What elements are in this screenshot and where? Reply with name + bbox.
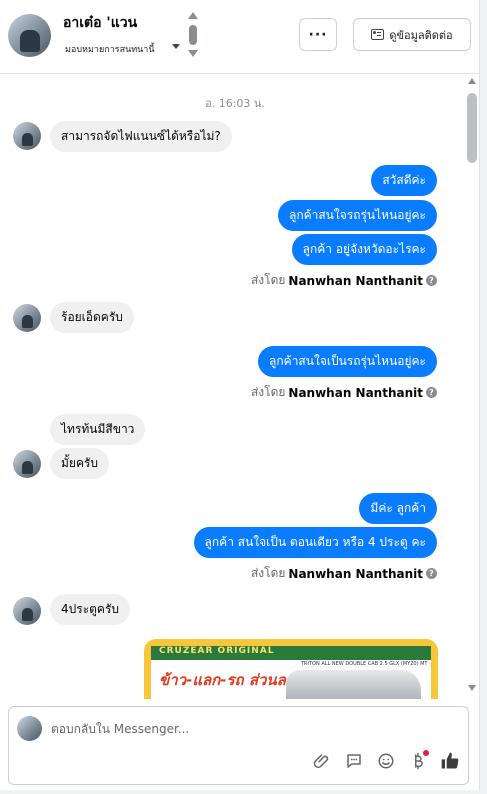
sender-avatar <box>13 450 41 478</box>
scroll-up-arrow-icon[interactable] <box>468 78 476 84</box>
notification-dot <box>423 750 429 756</box>
sent-by-line: ส่งโดย Nanwhan Nanthanit ? <box>251 383 437 402</box>
contact-avatar[interactable] <box>8 14 51 57</box>
sent-by-prefix: ส่งโดย <box>250 566 286 580</box>
message-timestamp: อ. 16:03 น. <box>205 97 265 110</box>
baht-icon[interactable] <box>408 750 429 771</box>
view-contact-button[interactable]: ดูข้อมูลติดต่อ <box>353 18 471 51</box>
message-composer <box>8 706 469 785</box>
ad-image-content: CRUZEAR ORIGINAL TRITON ALL NEW DOUBLE C… <box>151 646 431 699</box>
more-options-button[interactable]: ··· <box>299 18 337 51</box>
assign-conversation-label[interactable]: มอบหมายการสนทนานี้ <box>65 42 155 56</box>
conversation-header: อาเต๋อ 'แวน มอบหมายการสนทนานี้ ··· ดูข้อ… <box>0 0 480 74</box>
outgoing-message[interactable]: ลูกค้าสนใจเป็นรถรุ่นไหนอยู่คะ <box>258 346 437 377</box>
incoming-message[interactable]: ไทรท้นมีสีขาว <box>50 414 146 445</box>
incoming-message[interactable]: 4ประตูครับ <box>50 594 131 625</box>
outgoing-message[interactable]: ลูกค้า อยู่จังหวัดอะไรคะ <box>291 234 437 265</box>
ad-spec-text: TRITON ALL NEW DOUBLE CAB 2.5 GLX (MY20)… <box>301 661 428 667</box>
sent-by-name[interactable]: Nanwhan Nanthanit <box>288 386 423 400</box>
outgoing-message[interactable]: ลูกค้า สนใจเป็น ตอนเดียว หรือ 4 ประตู คะ <box>193 527 437 558</box>
image-attachment[interactable]: CRUZEAR ORIGINAL TRITON ALL NEW DOUBLE C… <box>144 639 438 699</box>
incoming-message[interactable]: สามารถจัดไฟแนนซ์ได้หรือไม่? <box>50 121 232 152</box>
sent-by-name[interactable]: Nanwhan Nanthanit <box>288 567 423 581</box>
outgoing-message[interactable]: มีค่ะ ลูกค้า <box>359 493 437 524</box>
sender-avatar <box>13 304 41 332</box>
arrow-up-icon[interactable] <box>188 12 198 19</box>
composer-toolbar <box>312 749 460 773</box>
scrollbar-thumb[interactable] <box>467 93 477 163</box>
info-icon[interactable]: ? <box>426 275 437 286</box>
scroll-down-arrow-icon[interactable] <box>468 685 476 691</box>
arrow-down-icon[interactable] <box>188 50 198 57</box>
contact-card-icon <box>371 29 385 40</box>
sent-by-name[interactable]: Nanwhan Nanthanit <box>288 274 423 288</box>
reply-input[interactable] <box>51 720 451 738</box>
sent-by-line: ส่งโดย Nanwhan Nanthanit ? <box>251 564 437 583</box>
outgoing-message[interactable]: สวัสดีค่ะ <box>371 165 437 196</box>
sent-by-line: ส่งโดย Nanwhan Nanthanit ? <box>251 271 437 290</box>
navigator-handle-icon <box>189 25 197 45</box>
conversation-panel: อาเต๋อ 'แวน มอบหมายการสนทนานี้ ··· ดูข้อ… <box>0 0 480 790</box>
car-image <box>286 670 421 699</box>
sender-avatar <box>13 597 41 625</box>
page-avatar <box>17 716 42 741</box>
sender-avatar <box>13 122 41 150</box>
info-icon[interactable]: ? <box>426 387 437 398</box>
view-contact-label: ดูข้อมูลติดต่อ <box>389 28 453 42</box>
conversation-navigator[interactable] <box>187 12 199 58</box>
chat-bubble-icon[interactable] <box>344 751 364 771</box>
incoming-message[interactable]: ร้อยเอ็ดครับ <box>50 302 134 333</box>
sent-by-prefix: ส่งโดย <box>250 385 286 399</box>
ad-top-text: CRUZEAR ORIGINAL <box>159 646 275 656</box>
sent-by-prefix: ส่งโดย <box>250 273 286 287</box>
chevron-down-icon[interactable] <box>172 44 180 49</box>
incoming-message[interactable]: มั้ยครับ <box>50 448 110 479</box>
outgoing-message[interactable]: ลูกค้าสนใจรถรุ่นไหนอยู่คะ <box>277 200 437 231</box>
smiley-icon[interactable] <box>376 751 396 771</box>
info-icon[interactable]: ? <box>426 568 437 579</box>
paperclip-icon[interactable] <box>312 751 332 771</box>
contact-name[interactable]: อาเต๋อ 'แวน <box>63 12 137 34</box>
thumbs-up-icon[interactable] <box>440 751 460 771</box>
